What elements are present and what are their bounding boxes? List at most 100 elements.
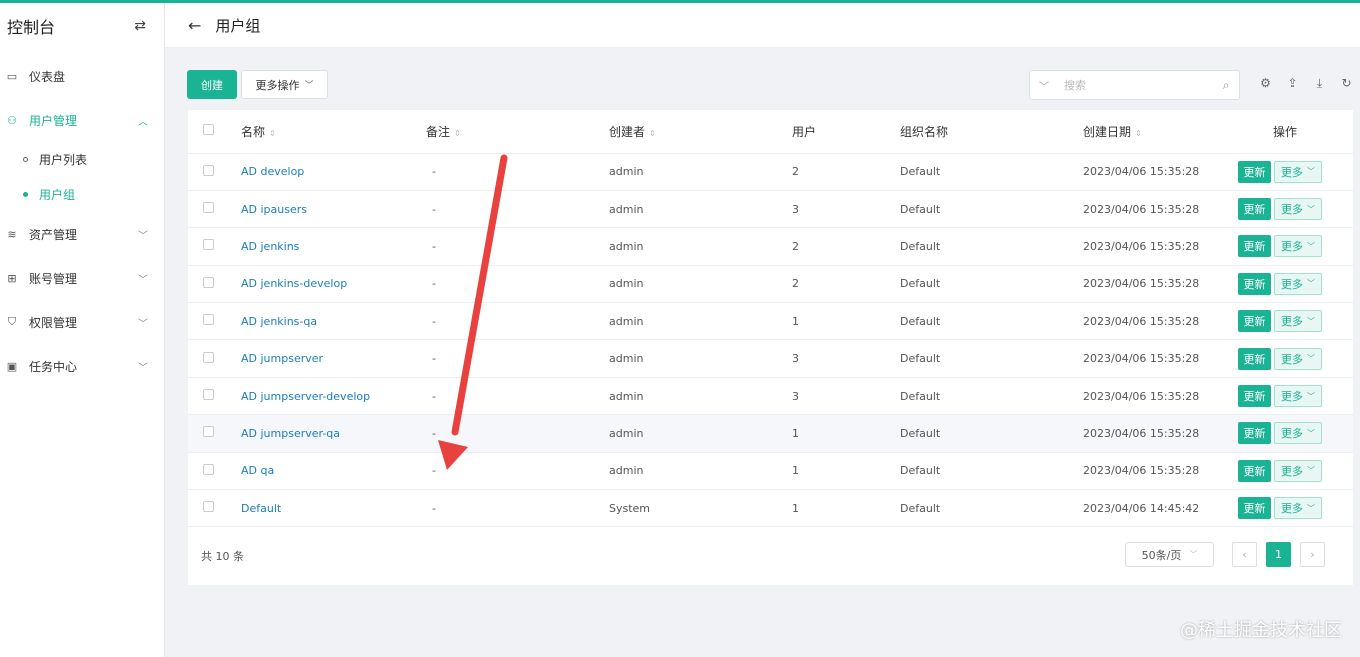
- update-button[interactable]: 更新: [1238, 385, 1271, 408]
- row-actions: 更新 更多 ﹀: [1238, 198, 1353, 221]
- more-button[interactable]: 更多 ﹀: [1274, 198, 1322, 221]
- more-button[interactable]: 更多 ﹀: [1274, 160, 1322, 183]
- group-name-link[interactable]: AD qa: [241, 464, 274, 477]
- column-header-actions: 操作: [1238, 110, 1353, 154]
- creator-cell: admin: [609, 452, 792, 491]
- org-cell: Default: [900, 339, 1083, 378]
- more-button[interactable]: 更多 ﹀: [1274, 272, 1322, 295]
- swap-icon[interactable]: ⇄: [134, 18, 146, 34]
- column-header-date[interactable]: 创建日期 ⇕: [1083, 110, 1238, 154]
- refresh-icon[interactable]: ↻: [1333, 76, 1360, 91]
- back-arrow-icon[interactable]: ←: [188, 16, 201, 35]
- more-button[interactable]: 更多 ﹀: [1274, 422, 1322, 445]
- more-button[interactable]: 更多 ﹀: [1274, 310, 1322, 333]
- group-name-link[interactable]: AD develop: [241, 165, 304, 178]
- sidebar-item-asset-management[interactable]: ≋ 资产管理 ﹀: [0, 212, 164, 256]
- group-name-link[interactable]: AD jumpserver-develop: [241, 390, 370, 403]
- update-button[interactable]: 更新: [1238, 310, 1271, 333]
- chevron-down-icon: ﹀: [1307, 279, 1315, 289]
- row-actions: 更新 更多 ﹀: [1238, 347, 1353, 370]
- sidebar-item-dashboard[interactable]: ▭ 仪表盘: [0, 54, 164, 98]
- sidebar-item-user-management[interactable]: ⚇ 用户管理 ︿: [0, 98, 164, 142]
- search-input[interactable]: [1058, 78, 1213, 92]
- row-checkbox[interactable]: [203, 389, 214, 401]
- sidebar-subitem-user-list[interactable]: 用户列表: [0, 142, 164, 177]
- group-name-link[interactable]: AD jenkins-develop: [241, 277, 347, 290]
- org-cell: Default: [900, 153, 1083, 191]
- row-checkbox[interactable]: [203, 501, 214, 513]
- update-button[interactable]: 更新: [1238, 497, 1271, 520]
- page-header: ← 用户组: [165, 3, 1360, 48]
- users-cell: 1: [792, 489, 900, 528]
- sort-icon[interactable]: ⇕: [649, 129, 656, 138]
- row-checkbox[interactable]: [203, 202, 214, 214]
- group-name-link[interactable]: AD ipausers: [241, 203, 307, 216]
- update-button[interactable]: 更新: [1238, 198, 1271, 221]
- sort-icon[interactable]: ⇕: [454, 129, 461, 138]
- comment-cell: -: [426, 452, 609, 491]
- row-actions: 更新 更多 ﹀: [1238, 459, 1353, 482]
- group-name-link[interactable]: AD jumpserver-qa: [241, 427, 340, 440]
- row-checkbox[interactable]: [203, 426, 214, 438]
- chevron-down-icon: ﹀: [1307, 466, 1315, 476]
- column-header-creator[interactable]: 创建者 ⇕: [609, 110, 792, 154]
- comment-cell: -: [426, 489, 609, 528]
- update-button[interactable]: 更新: [1238, 347, 1271, 370]
- more-label: 更多: [1281, 203, 1303, 217]
- row-checkbox[interactable]: [203, 314, 214, 326]
- sort-icon[interactable]: ⇕: [269, 129, 276, 138]
- more-label: 更多: [1281, 502, 1303, 516]
- prev-page-button[interactable]: ‹: [1232, 542, 1257, 567]
- group-name-link[interactable]: AD jenkins: [241, 240, 299, 253]
- upload-icon[interactable]: ⇪: [1279, 76, 1306, 91]
- chevron-down-icon: ﹀: [1307, 204, 1315, 214]
- group-name-link[interactable]: AD jumpserver: [241, 352, 323, 365]
- group-name-link[interactable]: AD jenkins-qa: [241, 315, 317, 328]
- download-icon[interactable]: ⤓: [1306, 76, 1333, 91]
- settings-icon[interactable]: ⚙: [1252, 76, 1279, 91]
- search-icon[interactable]: ⌕: [1213, 78, 1239, 93]
- more-button[interactable]: 更多 ﹀: [1274, 497, 1322, 520]
- more-button[interactable]: 更多 ﹀: [1274, 385, 1322, 408]
- row-checkbox[interactable]: [203, 463, 214, 475]
- sidebar-item-permission-management[interactable]: ⛉ 权限管理 ﹀: [0, 300, 164, 344]
- more-button[interactable]: 更多 ﹀: [1274, 235, 1322, 258]
- update-button[interactable]: 更新: [1238, 160, 1271, 183]
- total-count: 共 10 条: [201, 550, 244, 563]
- group-name-link[interactable]: Default: [241, 502, 281, 515]
- column-header-name[interactable]: 名称 ⇕: [241, 110, 426, 154]
- column-header-comment[interactable]: 备注 ⇕: [426, 110, 609, 154]
- page-size-select[interactable]: 50条/页 ﹀: [1125, 542, 1214, 567]
- row-checkbox[interactable]: [203, 239, 214, 251]
- chevron-down-icon[interactable]: ﹀: [1030, 78, 1058, 93]
- table-header-row: 名称 ⇕ 备注 ⇕ 创建者 ⇕ 用户 组织名称 创建日期 ⇕ 操作: [188, 110, 1353, 154]
- select-all-checkbox[interactable]: [203, 124, 214, 136]
- more-label: 更多: [1281, 390, 1303, 404]
- create-button[interactable]: 创建: [187, 70, 237, 99]
- account-icon: ⊞: [7, 271, 17, 285]
- update-button[interactable]: 更新: [1238, 422, 1271, 445]
- current-page-button[interactable]: 1: [1266, 542, 1291, 567]
- more-button[interactable]: 更多 ﹀: [1274, 459, 1322, 482]
- update-button[interactable]: 更新: [1238, 272, 1271, 295]
- update-button[interactable]: 更新: [1238, 235, 1271, 258]
- sidebar-subitem-user-group[interactable]: 用户组: [0, 177, 164, 212]
- row-checkbox[interactable]: [203, 351, 214, 363]
- creator-cell: admin: [609, 414, 792, 453]
- next-page-button[interactable]: ›: [1300, 542, 1325, 567]
- more-button[interactable]: 更多 ﹀: [1274, 347, 1322, 370]
- sort-icon[interactable]: ⇕: [1135, 129, 1142, 138]
- sidebar-item-task-center[interactable]: ▣ 任务中心 ﹀: [0, 344, 164, 388]
- sidebar: 控制台 ⇄ ▭ 仪表盘 ⚇ 用户管理 ︿ 用户列表 用户组 ≋ 资产管理 ﹀ ⊞…: [0, 3, 165, 657]
- page-size-value: 50条/页: [1141, 548, 1182, 562]
- update-button[interactable]: 更新: [1238, 459, 1271, 482]
- row-checkbox[interactable]: [203, 164, 214, 176]
- more-operations-button[interactable]: 更多操作 ﹀: [241, 70, 328, 99]
- watermark: @稀土掘金技术社区: [1180, 620, 1342, 641]
- search-box: ﹀ ⌕: [1029, 70, 1240, 100]
- sidebar-item-account-management[interactable]: ⊞ 账号管理 ﹀: [0, 256, 164, 300]
- table-card: 名称 ⇕ 备注 ⇕ 创建者 ⇕ 用户 组织名称 创建日期 ⇕ 操作 AD develop…: [188, 110, 1353, 585]
- creator-cell: admin: [609, 190, 792, 229]
- sidebar-item-label: 权限管理: [29, 315, 78, 330]
- row-checkbox[interactable]: [203, 276, 214, 288]
